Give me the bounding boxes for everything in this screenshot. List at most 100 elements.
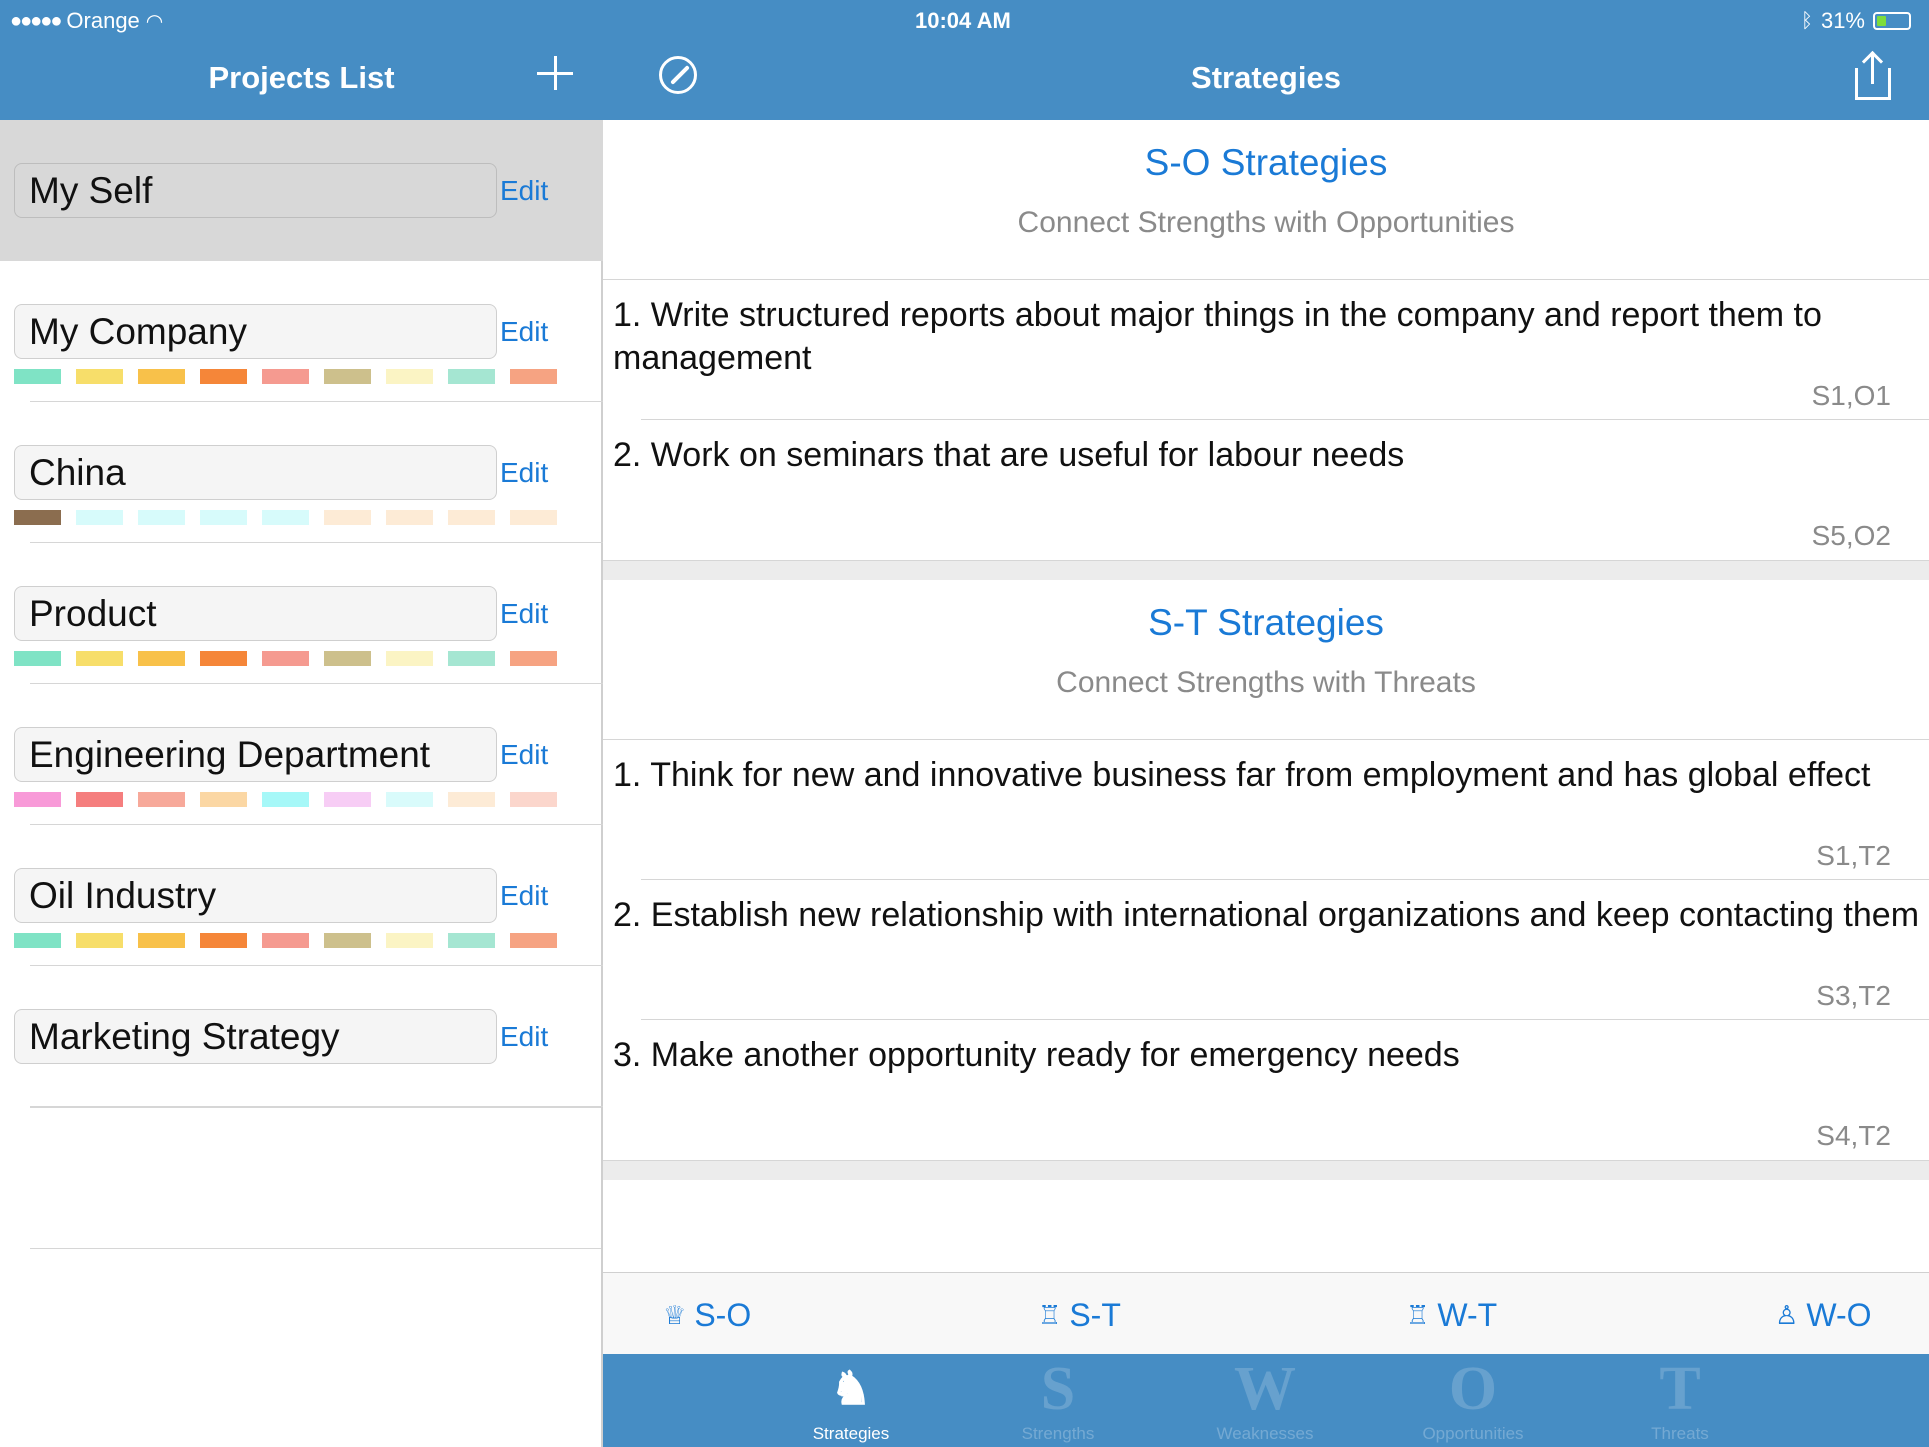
color-swatch xyxy=(138,510,185,525)
row-separator xyxy=(30,1107,601,1108)
project-row[interactable]: My Company Edit xyxy=(0,261,603,402)
color-swatch xyxy=(386,651,433,666)
strategy-code: S4,T2 xyxy=(1816,1120,1891,1151)
segment-s-t[interactable]: ♖ S-T xyxy=(1038,1297,1121,1334)
color-swatches xyxy=(14,369,557,384)
plus-icon[interactable] xyxy=(535,54,575,94)
letter-t-icon: T xyxy=(1659,1355,1701,1423)
carrier-label: Orange xyxy=(66,8,140,33)
edit-button[interactable]: Edit xyxy=(500,175,548,207)
color-swatch xyxy=(262,792,309,807)
project-row[interactable]: Marketing Strategy Edit xyxy=(0,966,603,1107)
share-icon[interactable] xyxy=(1855,50,1891,100)
tab-label: Opportunities xyxy=(1422,1424,1524,1443)
color-swatch xyxy=(76,510,123,525)
strategy-code: S1,O1 xyxy=(1811,380,1891,411)
color-swatch xyxy=(200,369,247,384)
color-swatch xyxy=(386,792,433,807)
segment-s-o[interactable]: ♕ S-O xyxy=(663,1297,751,1334)
project-row[interactable]: China Edit xyxy=(0,402,603,543)
color-swatch xyxy=(76,369,123,384)
color-swatch xyxy=(448,792,495,807)
color-swatch xyxy=(138,792,185,807)
tab-weaknesses[interactable]: W Weaknesses xyxy=(1175,1354,1355,1447)
color-swatch xyxy=(138,651,185,666)
edit-button[interactable]: Edit xyxy=(500,598,548,630)
color-swatch xyxy=(200,933,247,948)
edit-button[interactable]: Edit xyxy=(500,457,548,489)
color-swatch xyxy=(324,792,371,807)
project-row[interactable]: Product Edit xyxy=(0,543,603,684)
color-swatch xyxy=(200,792,247,807)
segment-w-t[interactable]: ♖ W-T xyxy=(1406,1297,1497,1334)
color-swatch xyxy=(200,651,247,666)
tab-label: Weaknesses xyxy=(1216,1424,1314,1443)
rook-icon: ♖ xyxy=(1406,1300,1430,1330)
strategy-item[interactable]: 3. Make another opportunity ready for em… xyxy=(603,1020,1929,1160)
color-swatch xyxy=(448,933,495,948)
tab-opportunities[interactable]: O Opportunities xyxy=(1383,1354,1563,1447)
color-swatch xyxy=(510,510,557,525)
color-swatch xyxy=(510,369,557,384)
tab-strengths[interactable]: S Strengths xyxy=(968,1354,1148,1447)
strategy-text: 3. Make another opportunity ready for em… xyxy=(613,1036,1460,1074)
color-swatches xyxy=(14,933,557,948)
rook-icon: ♖ xyxy=(1038,1300,1062,1330)
bluetooth-icon: ᛒ xyxy=(1800,9,1813,32)
color-swatch xyxy=(386,510,433,525)
crown-icon: ♕ xyxy=(663,1300,687,1330)
color-swatch xyxy=(200,510,247,525)
project-name-field[interactable]: Product xyxy=(14,586,497,641)
strategy-code: S3,T2 xyxy=(1816,980,1891,1011)
color-swatch xyxy=(14,369,61,384)
strategy-item[interactable]: 1. Write structured reports about major … xyxy=(603,280,1929,420)
project-name-field[interactable]: Engineering Department xyxy=(14,727,497,782)
section-header: S-O Strategies Connect Strengths with Opp… xyxy=(603,120,1929,280)
strategy-text: 2. Establish new relationship with inter… xyxy=(613,896,1920,934)
edit-button[interactable]: Edit xyxy=(500,1021,548,1053)
strategies-pane: Strategies S-O Strategies Connect Strengt… xyxy=(603,0,1929,1447)
project-row[interactable]: My Self Edit xyxy=(0,120,603,261)
color-swatch xyxy=(386,933,433,948)
tab-label: Strengths xyxy=(1021,1424,1095,1443)
segment-w-o[interactable]: ♙ W-O xyxy=(1775,1297,1871,1334)
wifi-icon: ◠ xyxy=(145,10,164,33)
section-gap xyxy=(603,1160,1929,1180)
strategy-item[interactable]: 1. Think for new and innovative business… xyxy=(603,740,1929,880)
color-swatch xyxy=(448,651,495,666)
color-swatch xyxy=(262,651,309,666)
project-row[interactable]: Engineering Department Edit xyxy=(0,684,603,825)
projects-title: Projects List xyxy=(208,60,395,95)
battery-percent: 31% xyxy=(1820,8,1865,33)
projects-pane: Projects List My Self Edit My Company Edit C… xyxy=(0,0,603,1447)
project-name-field[interactable]: Oil Industry xyxy=(14,868,497,923)
strategy-item[interactable]: 2. Work on seminars that are useful for … xyxy=(603,420,1929,560)
color-swatches xyxy=(14,510,557,525)
battery-group: ᛒ 31% xyxy=(1801,8,1911,34)
color-swatch xyxy=(448,510,495,525)
strategy-item[interactable]: 2. Establish new relationship with inter… xyxy=(603,880,1929,1020)
tab-threats[interactable]: T Threats xyxy=(1590,1354,1770,1447)
project-name-field[interactable]: My Self xyxy=(14,163,497,218)
color-swatch xyxy=(324,651,371,666)
section-title: S-T Strategies xyxy=(1148,602,1384,643)
segment-label: S-O xyxy=(694,1297,752,1333)
battery-fill xyxy=(1877,16,1886,26)
edit-button[interactable]: Edit xyxy=(500,739,548,771)
project-name-field[interactable]: Marketing Strategy xyxy=(14,1009,497,1064)
carrier-group: ●●●●● Orange ◠ xyxy=(10,8,163,34)
tab-strategies[interactable]: ♞ Strategies xyxy=(761,1354,941,1447)
edit-button[interactable]: Edit xyxy=(500,316,548,348)
color-swatch xyxy=(76,933,123,948)
projects-nav-bar: Projects List xyxy=(0,40,603,120)
edit-button[interactable]: Edit xyxy=(500,880,548,912)
project-row[interactable]: Oil Industry Edit xyxy=(0,825,603,966)
color-swatch xyxy=(510,651,557,666)
project-name-field[interactable]: My Company xyxy=(14,304,497,359)
project-name-field[interactable]: China xyxy=(14,445,497,500)
strategies-title: Strategies xyxy=(1191,60,1341,95)
segment-label: S-T xyxy=(1069,1297,1121,1333)
strategy-text: 1. Think for new and innovative business… xyxy=(613,756,1871,794)
color-swatch xyxy=(138,933,185,948)
color-swatches xyxy=(14,792,557,807)
